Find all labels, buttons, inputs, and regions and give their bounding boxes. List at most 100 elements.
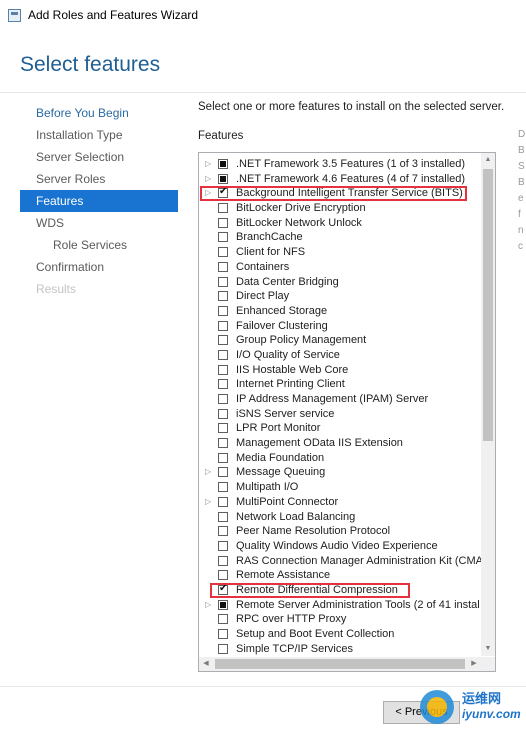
- feature-checkbox[interactable]: [218, 232, 228, 243]
- feature-checkbox[interactable]: [218, 482, 228, 493]
- feature-row[interactable]: ▷ .NET Framework 3.5 Features (1 of 3 ins…: [199, 157, 481, 172]
- feature-checkbox[interactable]: [218, 599, 228, 610]
- vertical-scrollbar[interactable]: ▲ ▼: [481, 153, 495, 656]
- feature-checkbox[interactable]: [218, 379, 228, 390]
- scroll-left-icon[interactable]: ◀: [199, 657, 213, 671]
- feature-checkbox[interactable]: [218, 203, 228, 214]
- expand-arrow-icon[interactable]: ▷: [205, 495, 213, 510]
- feature-label: RPC over HTTP Proxy: [236, 613, 347, 626]
- horizontal-scroll-thumb[interactable]: [215, 659, 465, 669]
- nav-item-server-roles[interactable]: Server Roles: [20, 168, 178, 190]
- scroll-up-icon[interactable]: ▲: [481, 153, 495, 167]
- expand-arrow-icon[interactable]: ▷: [205, 157, 213, 172]
- feature-row[interactable]: ▷ Remote Server Administration Tools (2 o…: [199, 598, 481, 613]
- nav-item-confirmation[interactable]: Confirmation: [20, 256, 178, 278]
- feature-row[interactable]: Network Load Balancing: [199, 510, 481, 525]
- footer-divider: [0, 686, 526, 687]
- expand-arrow-icon[interactable]: ▷: [205, 172, 213, 187]
- feature-row[interactable]: BranchCache: [199, 230, 481, 245]
- feature-row[interactable]: Direct Play: [199, 289, 481, 304]
- nav-item-server-selection[interactable]: Server Selection: [20, 146, 178, 168]
- feature-row[interactable]: Enhanced Storage: [199, 304, 481, 319]
- title-bar: Add Roles and Features Wizard: [0, 0, 526, 30]
- feature-checkbox[interactable]: [218, 629, 228, 639]
- feature-checkbox[interactable]: [218, 438, 228, 449]
- expand-arrow-icon[interactable]: ▷: [205, 598, 213, 613]
- nav-item-wds[interactable]: WDS: [20, 212, 178, 234]
- feature-checkbox[interactable]: [218, 335, 228, 346]
- feature-row[interactable]: Internet Printing Client: [199, 377, 481, 392]
- feature-row[interactable]: RAS Connection Manager Administration Ki…: [199, 554, 481, 569]
- feature-label: Multipath I/O: [236, 481, 299, 494]
- feature-checkbox[interactable]: [218, 452, 228, 463]
- feature-row[interactable]: Remote Assistance: [199, 568, 481, 583]
- feature-checkbox[interactable]: [218, 217, 228, 228]
- feature-checkbox[interactable]: [218, 540, 228, 551]
- description-panel-partial: D B S B e f n c: [518, 129, 526, 252]
- feature-row[interactable]: ▷ .NET Framework 4.6 Features (4 of 7 ins…: [199, 172, 481, 187]
- feature-checkbox[interactable]: [218, 496, 228, 507]
- feature-checkbox[interactable]: [218, 173, 228, 184]
- feature-checkbox[interactable]: [218, 467, 228, 478]
- feature-checkbox[interactable]: [218, 423, 228, 434]
- feature-row[interactable]: Quality Windows Audio Video Experience: [199, 539, 481, 554]
- highlight-bits: [200, 186, 467, 201]
- feature-checkbox[interactable]: [218, 643, 228, 654]
- feature-row[interactable]: BitLocker Network Unlock: [199, 216, 481, 231]
- feature-row[interactable]: Client for NFS: [199, 245, 481, 260]
- feature-row[interactable]: Containers: [199, 260, 481, 275]
- feature-label: Message Queuing: [236, 466, 326, 479]
- feature-row[interactable]: Multipath I/O: [199, 480, 481, 495]
- feature-checkbox[interactable]: [218, 247, 228, 258]
- feature-row[interactable]: LPR Port Monitor: [199, 421, 481, 436]
- expand-arrow-icon[interactable]: ▷: [205, 465, 213, 480]
- feature-checkbox[interactable]: [218, 526, 228, 537]
- feature-row[interactable]: Failover Clustering: [199, 319, 481, 334]
- vertical-scroll-thumb[interactable]: [483, 169, 493, 441]
- feature-label: Setup and Boot Event Collection: [236, 628, 395, 640]
- nav-item-features[interactable]: Features: [20, 190, 178, 212]
- feature-checkbox[interactable]: [218, 349, 228, 360]
- feature-checkbox[interactable]: [218, 394, 228, 404]
- feature-checkbox[interactable]: [218, 555, 228, 566]
- feature-row[interactable]: IIS Hostable Web Core: [199, 363, 481, 378]
- nav-item-installation-type[interactable]: Installation Type: [20, 124, 178, 146]
- nav-item-role-services[interactable]: Role Services: [20, 234, 178, 256]
- feature-row[interactable]: I/O Quality of Service: [199, 348, 481, 363]
- feature-checkbox[interactable]: [218, 408, 228, 419]
- feature-row[interactable]: Peer Name Resolution Protocol: [199, 524, 481, 539]
- feature-row[interactable]: Setup and Boot Event Collection: [199, 627, 481, 642]
- feature-checkbox[interactable]: [218, 614, 228, 625]
- feature-label: Network Load Balancing: [236, 510, 356, 523]
- feature-checkbox[interactable]: [218, 305, 228, 316]
- feature-checkbox[interactable]: [218, 511, 228, 522]
- watermark: 运维网 iyunv.com: [420, 688, 521, 726]
- feature-row[interactable]: Simple TCP/IP Services: [199, 642, 481, 655]
- feature-row[interactable]: Group Policy Management: [199, 333, 481, 348]
- feature-row[interactable]: BitLocker Drive Encryption: [199, 201, 481, 216]
- feature-row[interactable]: ▷ MultiPoint Connector: [199, 495, 481, 510]
- feature-label: IP Address Management (IPAM) Server: [236, 393, 429, 405]
- feature-label: BitLocker Network Unlock: [236, 216, 362, 229]
- feature-checkbox[interactable]: [218, 364, 228, 375]
- scroll-right-icon[interactable]: ▶: [467, 657, 481, 671]
- feature-label: Enhanced Storage: [236, 304, 328, 317]
- feature-row[interactable]: Management OData IIS Extension: [199, 436, 481, 451]
- feature-row[interactable]: Data Center Bridging: [199, 275, 481, 290]
- feature-row[interactable]: IP Address Management (IPAM) Server: [199, 392, 481, 407]
- horizontal-scrollbar[interactable]: ◀ ▶: [199, 657, 481, 671]
- feature-checkbox[interactable]: [218, 320, 228, 331]
- feature-checkbox[interactable]: [218, 291, 228, 302]
- feature-label: iSNS Server service: [236, 407, 335, 420]
- feature-row[interactable]: iSNS Server service: [199, 407, 481, 422]
- nav-item-before-you-begin[interactable]: Before You Begin: [20, 102, 178, 124]
- nav-item-results: Results: [36, 282, 77, 296]
- feature-checkbox[interactable]: [218, 261, 228, 272]
- feature-row[interactable]: Media Foundation: [199, 451, 481, 466]
- feature-row[interactable]: RPC over HTTP Proxy: [199, 612, 481, 627]
- feature-checkbox[interactable]: [218, 159, 228, 169]
- scroll-down-icon[interactable]: ▼: [481, 642, 495, 656]
- feature-checkbox[interactable]: [218, 276, 228, 287]
- feature-row[interactable]: ▷ Message Queuing: [199, 465, 481, 480]
- feature-checkbox[interactable]: [218, 570, 228, 581]
